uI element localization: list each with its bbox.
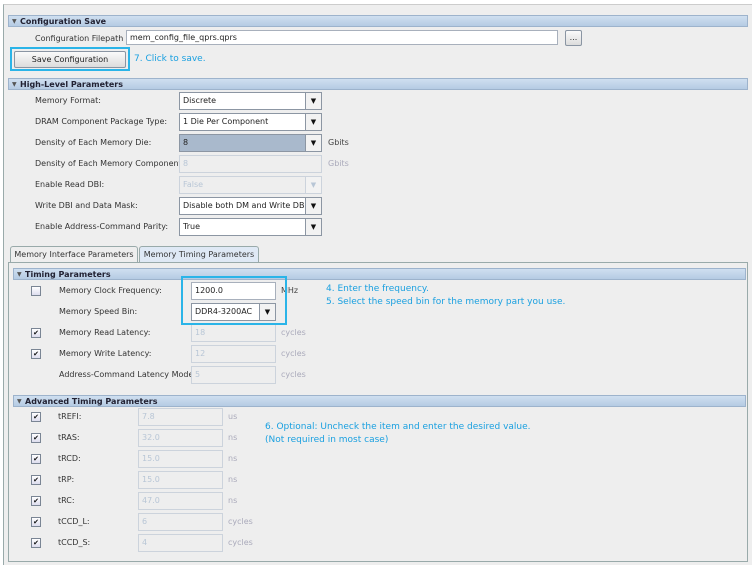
param-label: tRCD: — [58, 454, 81, 463]
section-header-high-level[interactable]: ▼ High-Level Parameters — [8, 78, 748, 90]
checkbox[interactable]: ✔ — [31, 517, 41, 527]
param-input: 8 — [179, 155, 322, 173]
chevron-down-icon[interactable]: ▼ — [305, 114, 321, 130]
unit-label: ns — [228, 433, 238, 442]
param-label: Memory Read Latency: — [59, 328, 151, 337]
chevron-down-icon: ▼ — [305, 177, 321, 193]
annotation-save: 7. Click to save. — [134, 54, 206, 64]
annotation-speed-bin: 5. Select the speed bin for the memory p… — [326, 297, 566, 307]
param-label: Enable Address-Command Parity: — [35, 222, 169, 231]
section-title: High-Level Parameters — [20, 80, 123, 89]
unit-label: cycles — [228, 517, 253, 526]
param-dropdown[interactable]: Discrete ▼ — [179, 92, 322, 110]
param-label: tRP: — [58, 475, 75, 484]
unit-label: cycles — [228, 538, 253, 547]
param-dropdown[interactable]: 8 ▼ — [179, 134, 322, 152]
annotation-optional: 6. Optional: Uncheck the item and enter … — [265, 422, 531, 432]
param-label: tRAS: — [58, 433, 80, 442]
dropdown-value: Disable both DM and Write DBI — [183, 201, 307, 210]
param-label: Density of Each Memory Component : — [35, 159, 187, 168]
dropdown-value: 1 Die Per Component — [183, 117, 269, 126]
checkbox[interactable]: ✔ — [31, 433, 41, 443]
param-label: Memory Format: — [35, 96, 101, 105]
chevron-down-icon[interactable]: ▼ — [305, 198, 321, 214]
dropdown-value: Discrete — [183, 96, 217, 105]
tab-memory-interface-parameters[interactable]: Memory Interface Parameters — [10, 246, 138, 262]
unit-label: ns — [228, 454, 238, 463]
param-label: Write DBI and Data Mask: — [35, 201, 138, 210]
chevron-down-icon[interactable]: ▼ — [305, 93, 321, 109]
checkbox[interactable]: ✔ — [31, 475, 41, 485]
unit-label: Gbits — [328, 159, 349, 168]
checkbox[interactable]: ✔ — [31, 412, 41, 422]
dropdown-value: True — [183, 222, 200, 231]
param-input: 18 — [191, 324, 276, 342]
section-header-advanced-timing[interactable]: ▼ Advanced Timing Parameters — [13, 395, 746, 407]
checkbox[interactable]: ✔ — [31, 538, 41, 548]
param-label: Memory Speed Bin: — [59, 307, 138, 316]
unit-label: Gbits — [328, 138, 349, 147]
collapse-icon: ▼ — [12, 18, 17, 25]
dropdown-value: 8 — [183, 138, 189, 147]
param-input: 4 — [138, 534, 223, 552]
tab-memory-timing-parameters[interactable]: Memory Timing Parameters — [139, 246, 259, 262]
param-label: Density of Each Memory Die: — [35, 138, 152, 147]
param-label: Enable Read DBI: — [35, 180, 105, 189]
chevron-down-icon[interactable]: ▼ — [305, 219, 321, 235]
highlight-box — [181, 276, 287, 325]
unit-label: cycles — [281, 349, 306, 358]
checkbox[interactable]: ✔ — [31, 496, 41, 506]
param-label: tREFI: — [58, 412, 82, 421]
param-dropdown: False ▼ — [179, 176, 322, 194]
filepath-label: Configuration Filepath : — [35, 34, 129, 43]
section-title: Timing Parameters — [25, 270, 111, 279]
param-label: tRC: — [58, 496, 75, 505]
param-input: 32.0 — [138, 429, 223, 447]
checkbox[interactable]: ✔ — [31, 454, 41, 464]
checkbox[interactable]: ✔ — [31, 349, 41, 359]
save-configuration-button[interactable]: Save Configuration — [14, 51, 126, 68]
section-header-configuration-save[interactable]: ▼ Configuration Save — [8, 15, 748, 27]
collapse-icon: ▼ — [17, 271, 22, 278]
param-label: tCCD_S: — [58, 538, 91, 547]
section-title: Configuration Save — [20, 17, 107, 26]
param-input: 47.0 — [138, 492, 223, 510]
chevron-down-icon[interactable]: ▼ — [305, 135, 321, 151]
unit-label: us — [228, 412, 238, 421]
dropdown-value: False — [183, 180, 204, 189]
param-label: Address-Command Latency Mode: — [59, 370, 197, 379]
param-dropdown[interactable]: 1 Die Per Component ▼ — [179, 113, 322, 131]
filepath-input[interactable]: mem_config_file_qprs.qprs — [126, 30, 558, 45]
param-dropdown[interactable]: Disable both DM and Write DBI ▼ — [179, 197, 322, 215]
param-dropdown[interactable]: True ▼ — [179, 218, 322, 236]
param-input: 7.8 — [138, 408, 223, 426]
section-title: Advanced Timing Parameters — [25, 397, 158, 406]
unit-label: ns — [228, 475, 238, 484]
unit-label: cycles — [281, 328, 306, 337]
unit-label: cycles — [281, 370, 306, 379]
param-input: 6 — [138, 513, 223, 531]
browse-button[interactable]: ... — [565, 30, 582, 46]
collapse-icon: ▼ — [12, 81, 17, 88]
param-label: Memory Clock Frequency: — [59, 286, 162, 295]
param-label: DRAM Component Package Type: — [35, 117, 168, 126]
annotation-not-required: (Not required in most case) — [265, 435, 389, 445]
checkbox[interactable] — [31, 286, 41, 296]
collapse-icon: ▼ — [17, 398, 22, 405]
unit-label: ns — [228, 496, 238, 505]
param-input: 15.0 — [138, 471, 223, 489]
param-input: 15.0 — [138, 450, 223, 468]
checkbox[interactable]: ✔ — [31, 328, 41, 338]
param-input: 5 — [191, 366, 276, 384]
param-label: tCCD_L: — [58, 517, 90, 526]
section-header-timing[interactable]: ▼ Timing Parameters — [13, 268, 746, 280]
param-label: Memory Write Latency: — [59, 349, 152, 358]
param-input: 12 — [191, 345, 276, 363]
annotation-frequency: 4. Enter the frequency. — [326, 284, 429, 294]
